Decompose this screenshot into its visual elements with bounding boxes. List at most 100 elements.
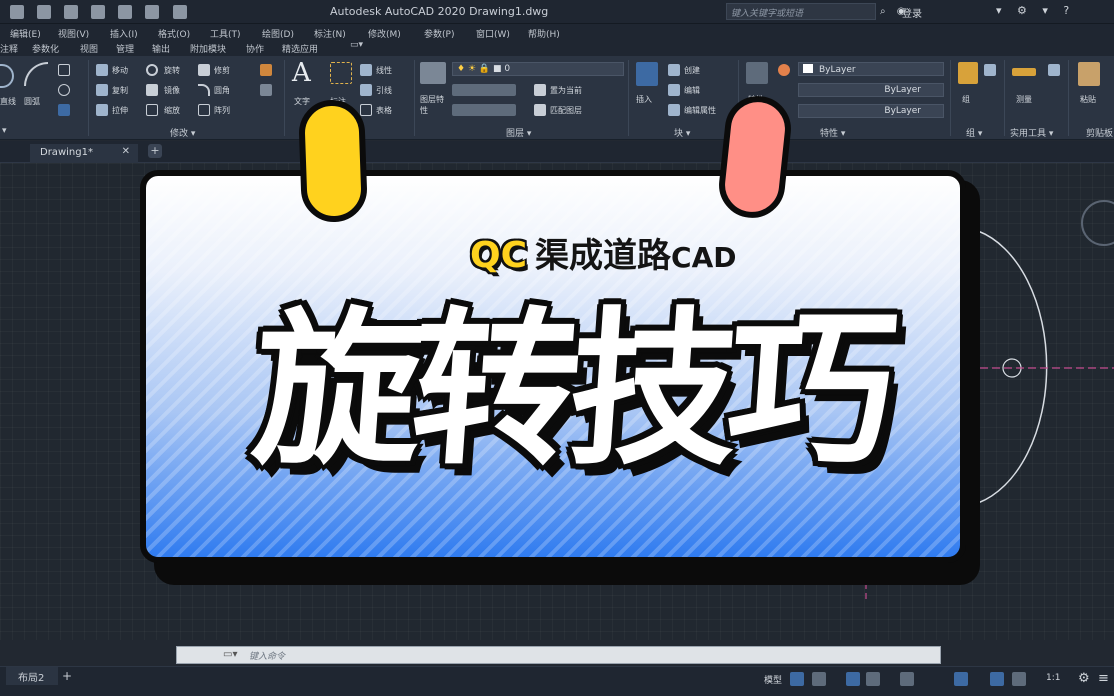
color-wheel-icon[interactable]: [778, 64, 790, 76]
ungroup-icon[interactable]: [984, 64, 996, 76]
polar-icon[interactable]: [866, 672, 880, 686]
quick-select-icon[interactable]: [1048, 64, 1060, 76]
modify-mirror-label[interactable]: 镜像: [164, 85, 180, 96]
menu-item-modify[interactable]: 修改(M): [368, 27, 401, 40]
measure-icon[interactable]: [1012, 68, 1036, 76]
menu-item-edit[interactable]: 编辑(E): [10, 27, 41, 40]
menu-item-window[interactable]: 窗口(W): [476, 27, 510, 40]
menu-item-draw[interactable]: 绘图(D): [262, 27, 294, 40]
annotation-table-label[interactable]: 表格: [376, 105, 392, 116]
command-line[interactable]: ▭▾ 键入命令: [176, 646, 941, 664]
stretch-icon[interactable]: [96, 104, 108, 116]
insert-block-icon[interactable]: [636, 62, 658, 86]
layer-match-label[interactable]: 匹配图层: [550, 105, 582, 116]
tab-featured-apps[interactable]: 精选应用: [282, 42, 318, 55]
linear-icon[interactable]: [360, 64, 372, 76]
hatch-icon[interactable]: [58, 104, 70, 116]
modify-scale-label[interactable]: 缩放: [164, 105, 180, 116]
annotation-leader-label[interactable]: 引线: [376, 85, 392, 96]
measure-label[interactable]: 测量: [1016, 94, 1032, 105]
mirror-icon[interactable]: [146, 84, 158, 96]
edit-attributes-icon[interactable]: [668, 104, 680, 116]
trim-icon[interactable]: [198, 64, 210, 76]
tab-manage[interactable]: 管理: [116, 42, 134, 55]
table-icon[interactable]: [360, 104, 372, 116]
tab-parametric[interactable]: 参数化: [32, 42, 59, 55]
move-icon[interactable]: [96, 64, 108, 76]
menu-item-dimension[interactable]: 标注(N): [314, 27, 346, 40]
linetype-dropdown[interactable]: ByLayer: [798, 83, 944, 97]
new-tab-button[interactable]: +: [148, 144, 162, 158]
modify-move-label[interactable]: 移动: [112, 65, 128, 76]
tab-collaborate[interactable]: 协作: [246, 42, 264, 55]
block-insert-label[interactable]: 插入: [636, 94, 652, 105]
new-icon[interactable]: [10, 5, 24, 19]
modify-copy-label[interactable]: 复制: [112, 85, 128, 96]
grid-icon[interactable]: [790, 672, 804, 686]
tab-layout2[interactable]: 布局2: [6, 667, 58, 685]
array-icon[interactable]: [198, 104, 210, 116]
create-block-icon[interactable]: [668, 64, 680, 76]
open-icon[interactable]: [37, 5, 52, 19]
dimension-icon[interactable]: [330, 62, 352, 84]
annotation-text-label[interactable]: 文字: [294, 96, 310, 107]
menu-item-tools[interactable]: 工具(T): [210, 27, 241, 40]
login-link[interactable]: 登录: [902, 5, 922, 20]
circle-icon[interactable]: [0, 64, 14, 88]
explode-icon[interactable]: [260, 84, 272, 96]
lineweight-dropdown[interactable]: ByLayer: [798, 104, 944, 118]
snap-icon[interactable]: [812, 672, 826, 686]
annotation-visibility-icon[interactable]: [1012, 672, 1026, 686]
block-create-label[interactable]: 创建: [684, 65, 700, 76]
fillet-icon[interactable]: [198, 84, 210, 96]
layer-dropdown[interactable]: ♦ ☀ 🔒 ■ 0: [452, 62, 624, 76]
menu-icon[interactable]: ≡: [1098, 672, 1112, 686]
command-input[interactable]: 键入命令: [249, 649, 285, 662]
block-edit-label[interactable]: 编辑: [684, 85, 700, 96]
menu-item-help[interactable]: 帮助(H): [528, 27, 560, 40]
tab-drawing1[interactable]: Drawing1* ✕: [30, 144, 138, 163]
layer-set-current-label[interactable]: 置为当前: [550, 85, 582, 96]
menu-item-view[interactable]: 视图(V): [58, 27, 89, 40]
save-icon[interactable]: [64, 5, 79, 19]
print-icon[interactable]: [118, 5, 133, 19]
layer-properties-icon[interactable]: [420, 62, 446, 84]
draw-line-label[interactable]: 直线: [0, 96, 16, 107]
annotation-linear-label[interactable]: 线性: [376, 65, 392, 76]
block-edit-attributes-label[interactable]: 编辑属性: [684, 105, 716, 116]
layer-properties-label[interactable]: 图层特性: [420, 94, 446, 116]
model-space-button[interactable]: 模型: [764, 673, 782, 686]
set-current-icon[interactable]: [534, 84, 546, 96]
menu-item-parametric[interactable]: 参数(P): [424, 27, 454, 40]
text-icon[interactable]: A: [292, 58, 311, 88]
match-layer-icon[interactable]: [534, 104, 546, 116]
osnap-icon[interactable]: [954, 672, 968, 686]
rectangle-icon[interactable]: [58, 64, 70, 76]
tab-output[interactable]: 输出: [152, 42, 170, 55]
close-tab-icon[interactable]: ✕: [122, 146, 130, 157]
leader-icon[interactable]: [360, 84, 372, 96]
annotation-monitor-icon[interactable]: [990, 672, 1004, 686]
modify-array-label[interactable]: 阵列: [214, 105, 230, 116]
modify-trim-label[interactable]: 修剪: [214, 65, 230, 76]
edit-block-icon[interactable]: [668, 84, 680, 96]
modify-stretch-label[interactable]: 拉伸: [112, 105, 128, 116]
modify-rotate-label[interactable]: 旋转: [164, 65, 180, 76]
tab-view[interactable]: 视图: [80, 42, 98, 55]
color-dropdown[interactable]: ByLayer: [798, 62, 944, 76]
ellipse-icon[interactable]: [58, 84, 70, 96]
undo-icon[interactable]: [145, 5, 160, 19]
group-icon[interactable]: [958, 62, 978, 84]
paste-label[interactable]: 粘贴: [1080, 94, 1096, 105]
redo-icon[interactable]: [172, 5, 187, 19]
add-layout-button[interactable]: +: [62, 669, 72, 683]
menu-item-insert[interactable]: 插入(I): [110, 27, 138, 40]
camera-icon[interactable]: ▭▾: [350, 40, 363, 50]
search-input[interactable]: 键入关键字或短语: [726, 3, 876, 20]
scale-icon[interactable]: [146, 104, 158, 116]
saveas-icon[interactable]: [91, 5, 106, 19]
match-properties-icon[interactable]: [746, 62, 768, 84]
erase-icon[interactable]: [260, 64, 272, 76]
layer-tools-2-icon[interactable]: [452, 104, 516, 116]
group-label[interactable]: 组: [962, 94, 970, 105]
